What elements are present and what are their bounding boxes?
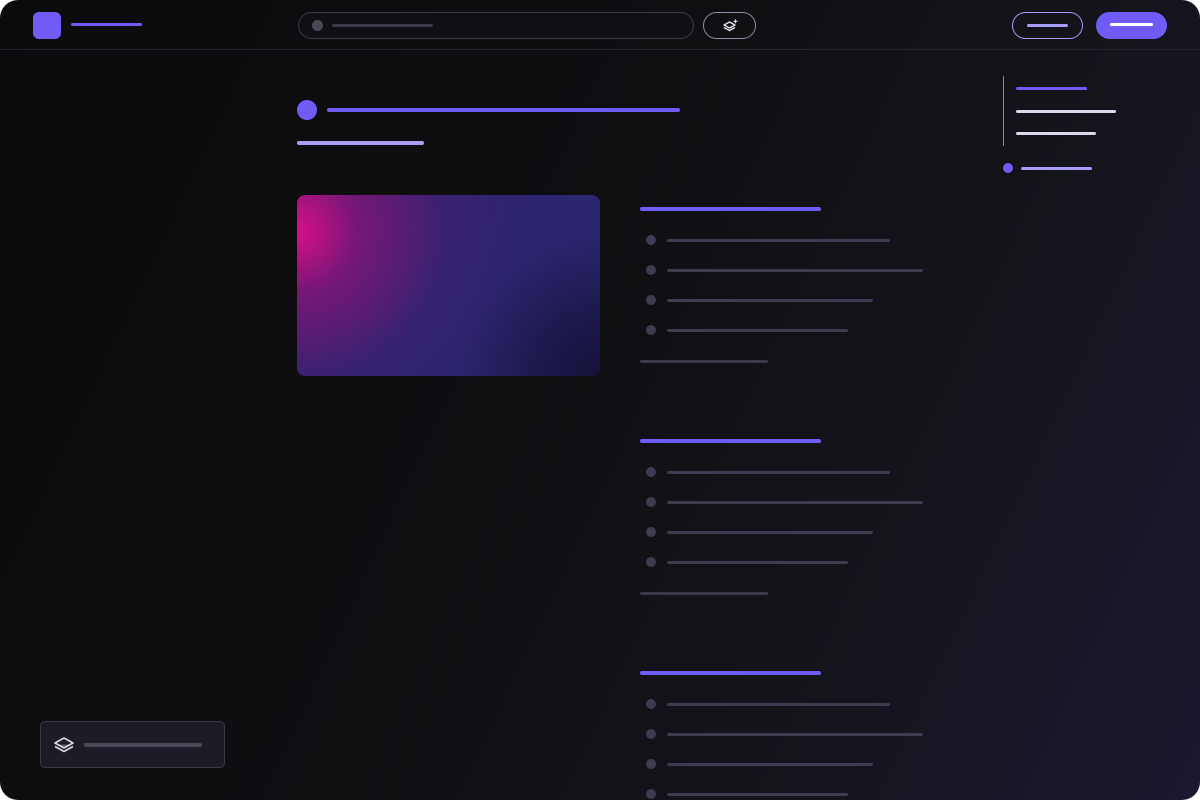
app-window bbox=[0, 0, 1200, 800]
sparkle-layers-icon bbox=[723, 18, 738, 32]
toc-item[interactable] bbox=[1016, 132, 1096, 135]
secondary-button[interactable] bbox=[1012, 12, 1083, 39]
list-item bbox=[667, 763, 873, 766]
toc-item-active[interactable] bbox=[1016, 87, 1087, 90]
bullet-icon bbox=[646, 759, 656, 769]
toc-bullet-icon bbox=[1003, 163, 1013, 173]
content-section bbox=[640, 207, 940, 367]
list-item bbox=[667, 561, 848, 564]
bullet-icon bbox=[646, 729, 656, 739]
app-logo-icon[interactable] bbox=[33, 12, 61, 39]
bullet-icon bbox=[646, 235, 656, 245]
secondary-button-label bbox=[1027, 24, 1068, 27]
hero-image bbox=[297, 195, 600, 376]
page-subtitle[interactable] bbox=[297, 141, 424, 145]
list-item bbox=[667, 531, 873, 534]
list-item bbox=[667, 239, 890, 242]
bullet-icon bbox=[646, 557, 656, 567]
list-item bbox=[667, 471, 890, 474]
ai-assistant-button[interactable] bbox=[703, 12, 756, 39]
section-heading bbox=[640, 671, 821, 675]
bullet-icon bbox=[646, 699, 656, 709]
bullet-icon bbox=[646, 467, 656, 477]
search-input[interactable] bbox=[298, 12, 694, 39]
list-item bbox=[667, 703, 890, 706]
list-item bbox=[667, 501, 923, 504]
bullet-icon bbox=[646, 325, 656, 335]
primary-button-label bbox=[1110, 23, 1153, 26]
bullet-icon bbox=[646, 265, 656, 275]
page-icon bbox=[297, 100, 317, 120]
list-item bbox=[667, 329, 848, 332]
top-bar bbox=[0, 0, 1200, 50]
search-icon bbox=[312, 20, 323, 31]
layers-widget[interactable] bbox=[40, 721, 225, 768]
list-item bbox=[667, 299, 873, 302]
list-item bbox=[667, 733, 923, 736]
brand-name[interactable] bbox=[71, 23, 142, 26]
section-heading bbox=[640, 439, 821, 443]
toc-item[interactable] bbox=[1021, 167, 1092, 170]
section-heading bbox=[640, 207, 821, 211]
content-section bbox=[640, 671, 940, 800]
list-item bbox=[667, 793, 848, 796]
content-section bbox=[640, 439, 940, 599]
search-placeholder bbox=[332, 24, 433, 27]
list-item bbox=[667, 269, 923, 272]
section-footer bbox=[640, 360, 768, 363]
bullet-icon bbox=[646, 527, 656, 537]
layers-icon bbox=[54, 737, 74, 753]
page-title bbox=[327, 108, 680, 112]
primary-button[interactable] bbox=[1096, 12, 1167, 39]
toc-item[interactable] bbox=[1016, 110, 1116, 113]
bullet-icon bbox=[646, 295, 656, 305]
bullet-icon bbox=[646, 789, 656, 799]
toc-active-indicator bbox=[1003, 76, 1004, 146]
widget-label bbox=[84, 743, 202, 747]
section-footer bbox=[640, 592, 768, 595]
bullet-icon bbox=[646, 497, 656, 507]
